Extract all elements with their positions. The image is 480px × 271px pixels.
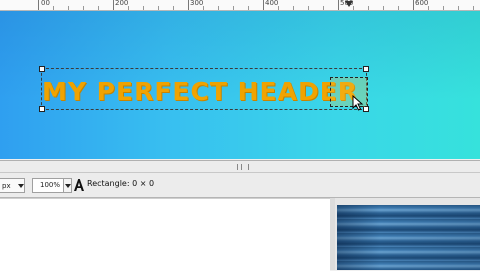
mouse-pointer-icon [352, 95, 364, 111]
unit-select-value: px [2, 182, 11, 190]
header-text[interactable]: MY PERFECT HEADER [42, 77, 358, 106]
ruler-position-marker [345, 1, 353, 7]
chevron-down-icon [18, 184, 24, 188]
bottom-left-panel [0, 198, 330, 271]
text-tool-icon [74, 179, 84, 191]
chevron-down-icon [65, 184, 71, 188]
ruler-label: 300 [190, 0, 204, 7]
zoom-dropdown-button[interactable] [64, 178, 72, 193]
panel-splitter[interactable] [0, 160, 480, 173]
unit-select[interactable]: px [0, 178, 25, 193]
status-message: Rectangle: 0 × 0 [87, 179, 155, 188]
zoom-input[interactable]: 100% [32, 178, 64, 193]
ruler-label: 400 [265, 0, 279, 7]
horizontal-ruler: 00 200 300 400 500 600 [0, 0, 480, 11]
splitter-grip-icon[interactable] [237, 164, 249, 170]
image-thumbnail[interactable] [337, 205, 480, 270]
status-bar: px 100% Rectangle: 0 × 0 [0, 173, 480, 198]
ruler-label: 00 [41, 0, 50, 7]
ruler-label: 200 [115, 0, 129, 7]
image-canvas[interactable]: MY PERFECT HEADER [0, 11, 480, 159]
ruler-label: 600 [415, 0, 429, 7]
